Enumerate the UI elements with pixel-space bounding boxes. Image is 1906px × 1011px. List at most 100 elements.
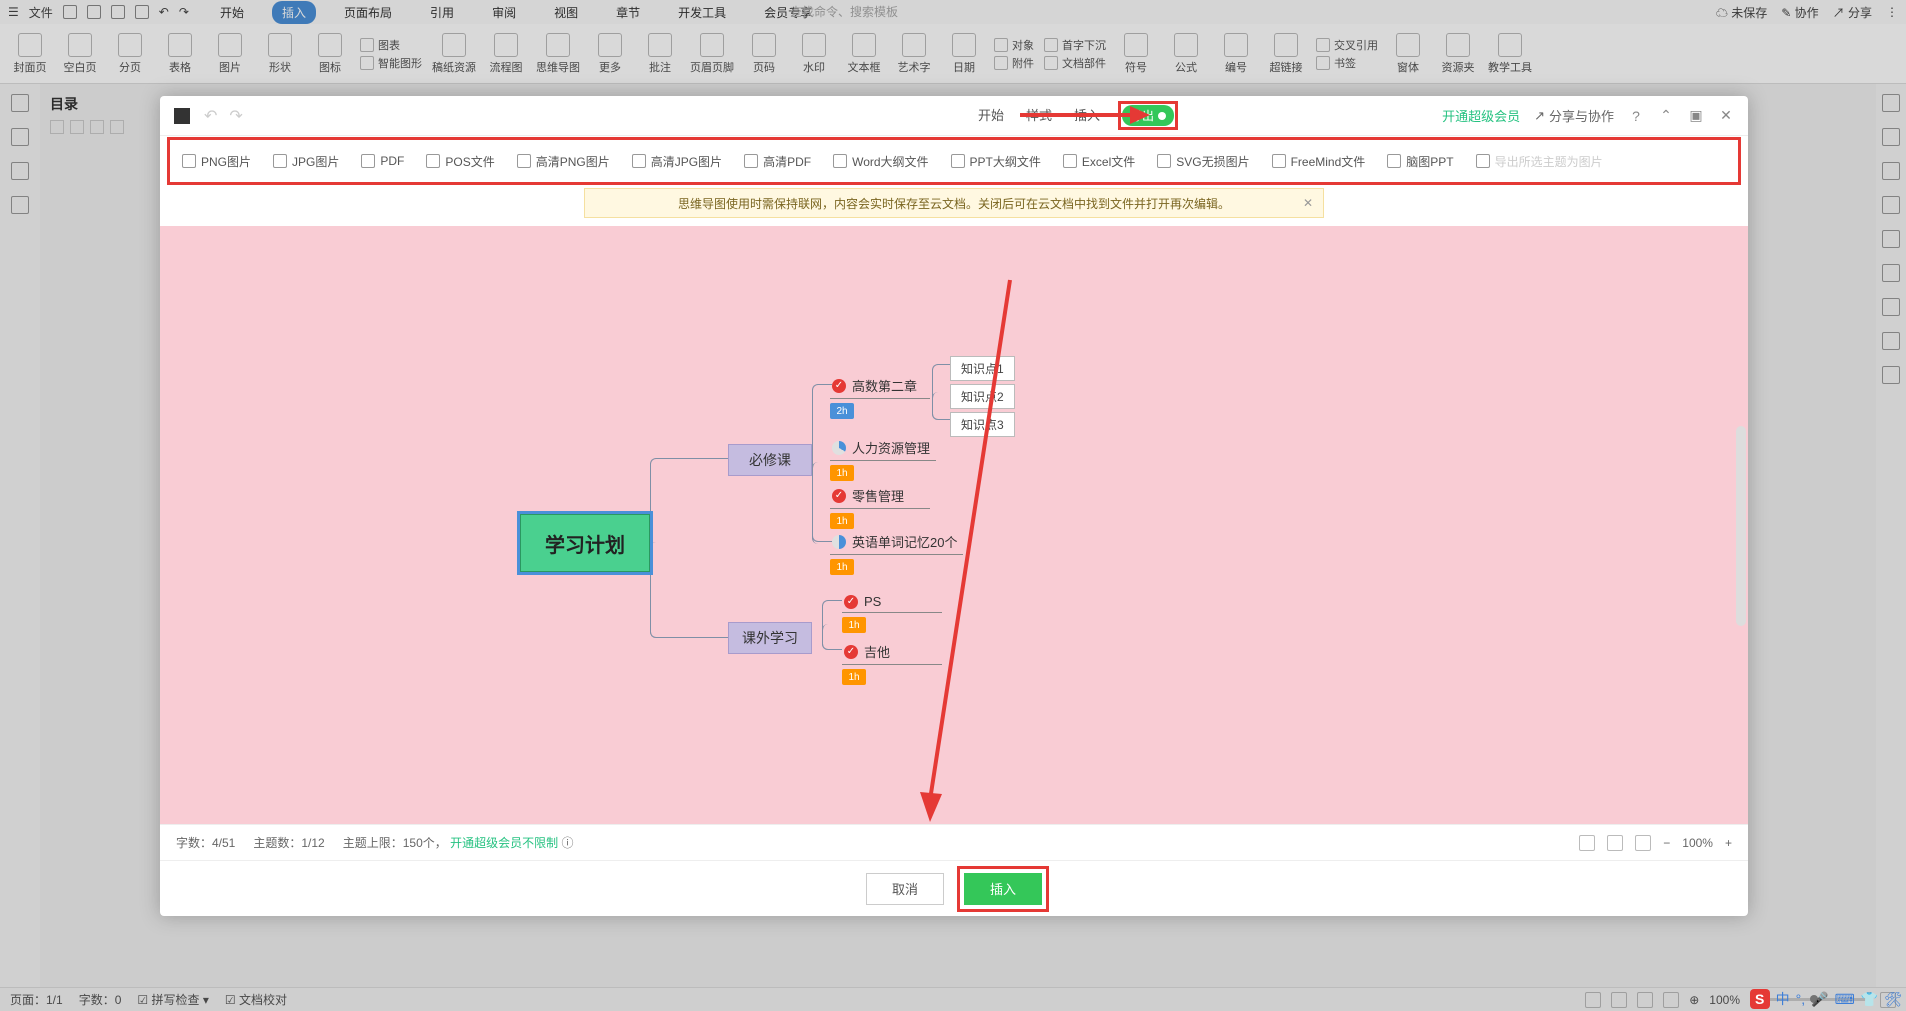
status-spell[interactable]: ☑ 拼写检查 ▾ bbox=[137, 991, 208, 1008]
rr-9[interactable] bbox=[1882, 366, 1900, 384]
ime-mic-icon[interactable]: 🎤 bbox=[1811, 991, 1828, 1008]
exp-jpg[interactable]: JPG图片 bbox=[273, 153, 339, 170]
canvas-scrollbar[interactable] bbox=[1736, 426, 1746, 626]
fit-icon[interactable]: ⊕ bbox=[1689, 993, 1699, 1007]
tab-dev[interactable]: 开发工具 bbox=[668, 1, 736, 24]
watermark-icon[interactable] bbox=[802, 33, 826, 57]
ime-tool-icon[interactable]: 🛠 bbox=[1884, 991, 1902, 1008]
teach-icon[interactable] bbox=[1498, 33, 1522, 57]
chart-icon[interactable] bbox=[360, 38, 374, 52]
maximize-icon[interactable]: ▣ bbox=[1688, 108, 1704, 124]
tab-view[interactable]: 视图 bbox=[544, 1, 588, 24]
paper-icon[interactable] bbox=[442, 33, 466, 57]
rr-5[interactable] bbox=[1882, 230, 1900, 248]
exp-word[interactable]: Word大纲文件 bbox=[833, 153, 928, 170]
exp-freemind[interactable]: FreeMind文件 bbox=[1272, 153, 1366, 170]
rr-4[interactable] bbox=[1882, 196, 1900, 214]
rail-search-icon[interactable] bbox=[11, 196, 29, 214]
form-icon[interactable] bbox=[1396, 33, 1420, 57]
attach-icon[interactable] bbox=[994, 56, 1008, 70]
ime-keyboard-icon[interactable]: ⌨ bbox=[1835, 991, 1855, 1008]
tb-preview-icon[interactable] bbox=[135, 5, 149, 19]
toc-btn1[interactable] bbox=[50, 120, 64, 134]
ime-skin-icon[interactable]: 👕 bbox=[1861, 991, 1878, 1008]
more-icon[interactable]: ⋮ bbox=[1886, 5, 1898, 19]
dlg-locate-icon[interactable] bbox=[1579, 835, 1595, 851]
dlg-eye-icon[interactable] bbox=[1607, 835, 1623, 851]
docpart-icon[interactable] bbox=[1044, 56, 1058, 70]
date-icon[interactable] bbox=[952, 33, 976, 57]
exp-excel[interactable]: Excel文件 bbox=[1063, 153, 1135, 170]
rr-2[interactable] bbox=[1882, 128, 1900, 146]
tb-open-icon[interactable] bbox=[87, 5, 101, 19]
status-doccheck[interactable]: ☑ 文档校对 bbox=[225, 991, 287, 1008]
branch-required[interactable]: 必修课 bbox=[728, 444, 812, 476]
view1-icon[interactable] bbox=[1585, 992, 1601, 1008]
exp-svg[interactable]: SVG无损图片 bbox=[1157, 153, 1249, 170]
insert-button[interactable]: 插入 bbox=[964, 873, 1042, 905]
tb-new-icon[interactable] bbox=[63, 5, 77, 19]
branch-extra[interactable]: 课外学习 bbox=[728, 622, 812, 654]
image-icon[interactable] bbox=[218, 33, 242, 57]
link-icon[interactable] bbox=[1274, 33, 1298, 57]
rail-bookmark-icon[interactable] bbox=[11, 162, 29, 180]
dlg-redo-icon[interactable]: ↷ bbox=[229, 106, 242, 126]
exp-ppt[interactable]: PPT大纲文件 bbox=[951, 153, 1041, 170]
number-icon[interactable] bbox=[1224, 33, 1248, 57]
tab-insert[interactable]: 插入 bbox=[272, 1, 316, 24]
tab-chapter[interactable]: 章节 bbox=[606, 1, 650, 24]
formula-icon[interactable] bbox=[1174, 33, 1198, 57]
view3-icon[interactable] bbox=[1637, 992, 1653, 1008]
undo-icon[interactable]: ↶ bbox=[159, 5, 169, 19]
header-icon[interactable] bbox=[700, 33, 724, 57]
ime-punct-icon[interactable]: °, bbox=[1796, 991, 1806, 1007]
tab-start[interactable]: 开始 bbox=[210, 1, 254, 24]
exp-pdf[interactable]: PDF bbox=[361, 154, 404, 168]
cancel-button[interactable]: 取消 bbox=[866, 873, 944, 905]
dlg-frame-icon[interactable] bbox=[1635, 835, 1651, 851]
tab-review[interactable]: 审阅 bbox=[482, 1, 526, 24]
wordart-icon[interactable] bbox=[902, 33, 926, 57]
ime-logo-icon[interactable]: S bbox=[1750, 989, 1770, 1009]
exp-hqpng[interactable]: 高清PNG图片 bbox=[517, 153, 610, 170]
menu-icon[interactable]: ☰ bbox=[8, 5, 19, 19]
rr-7[interactable] bbox=[1882, 298, 1900, 316]
tab-ref[interactable]: 引用 bbox=[420, 1, 464, 24]
exp-hqjpg[interactable]: 高清JPG图片 bbox=[632, 153, 722, 170]
file-menu[interactable]: 文件 bbox=[29, 4, 53, 21]
tab-layout[interactable]: 页面布局 bbox=[334, 1, 402, 24]
root-node[interactable]: 学习计划 bbox=[520, 514, 650, 572]
rr-8[interactable] bbox=[1882, 332, 1900, 350]
share-link[interactable]: ↗ 分享与协作 bbox=[1534, 106, 1614, 125]
symbol-icon[interactable] bbox=[1124, 33, 1148, 57]
rail-outline-icon[interactable] bbox=[11, 128, 29, 146]
shape-icon[interactable] bbox=[268, 33, 292, 57]
rr-1[interactable] bbox=[1882, 94, 1900, 112]
smartart-icon[interactable] bbox=[360, 56, 374, 70]
rr-3[interactable] bbox=[1882, 162, 1900, 180]
iconset-icon[interactable] bbox=[318, 33, 342, 57]
pagebreak-icon[interactable] bbox=[118, 33, 142, 57]
table-icon[interactable] bbox=[168, 33, 192, 57]
dropcap-icon[interactable] bbox=[1044, 38, 1058, 52]
toc-btn2[interactable] bbox=[70, 120, 84, 134]
dlg-tab-start[interactable]: 开始 bbox=[978, 105, 1004, 126]
cover-icon[interactable] bbox=[18, 33, 42, 57]
mindmap-icon[interactable] bbox=[546, 33, 570, 57]
dlg-zoomout-icon[interactable]: − bbox=[1663, 836, 1670, 850]
more-icon2[interactable] bbox=[598, 33, 622, 57]
exp-brainppt[interactable]: 脑图PPT bbox=[1387, 153, 1453, 170]
close-icon[interactable]: ✕ bbox=[1718, 108, 1734, 124]
vip-link[interactable]: 开通超级会员 bbox=[1442, 106, 1520, 125]
exp-hqpdf[interactable]: 高清PDF bbox=[744, 153, 811, 170]
crossref-icon[interactable] bbox=[1316, 38, 1330, 52]
collab-label[interactable]: ✎ 协作 bbox=[1781, 4, 1818, 21]
search-input[interactable]: 查找命令、搜索模板 bbox=[790, 3, 898, 20]
dlg-zoomin-icon[interactable]: + bbox=[1725, 836, 1732, 850]
redo-icon[interactable]: ↷ bbox=[179, 5, 189, 19]
comment-icon[interactable] bbox=[648, 33, 672, 57]
view4-icon[interactable] bbox=[1663, 992, 1679, 1008]
view2-icon[interactable] bbox=[1611, 992, 1627, 1008]
rail-doc-icon[interactable] bbox=[11, 94, 29, 112]
notice-close-icon[interactable]: ✕ bbox=[1303, 196, 1313, 210]
